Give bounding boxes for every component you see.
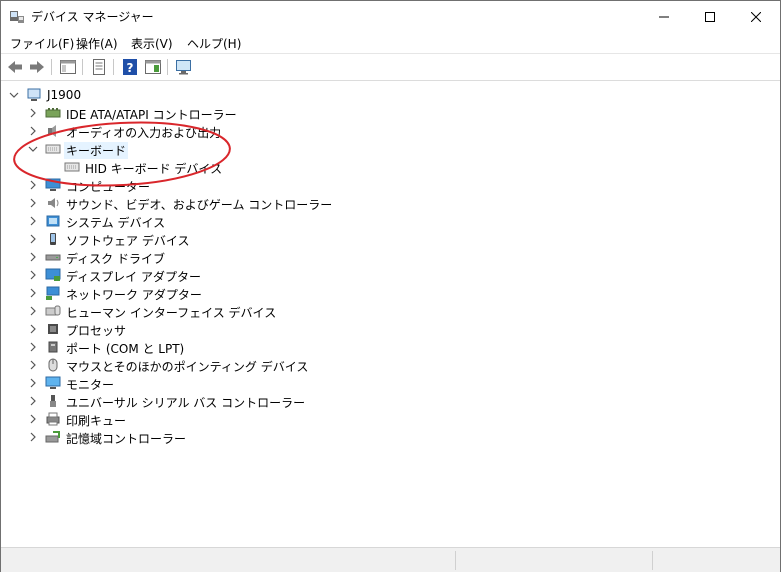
menu-file[interactable]: ファイル(F) — [10, 35, 74, 52]
tree-category-item[interactable]: ネットワーク アダプター — [64, 286, 204, 303]
action-pane-icon[interactable] — [144, 58, 162, 76]
tree-category-item[interactable]: ディスプレイ アダプター — [64, 268, 203, 285]
port-icon — [48, 341, 58, 353]
maximize-button[interactable] — [687, 1, 733, 32]
tree-category-item[interactable]: ディスク ドライブ — [64, 250, 167, 267]
tree-category-item[interactable]: ヒューマン インターフェイス デバイス — [64, 304, 278, 321]
properties-icon[interactable] — [90, 58, 108, 76]
help-icon[interactable]: ? — [121, 58, 139, 76]
keyboard-icon — [45, 144, 61, 154]
print-queue-icon — [46, 412, 60, 426]
disk-drive-icon — [45, 254, 61, 261]
keyboard-icon — [64, 162, 80, 172]
toolbar: ? — [1, 54, 780, 81]
chevron-down-icon[interactable] — [28, 144, 38, 154]
chevron-down-icon[interactable] — [9, 90, 19, 100]
tree-root-label[interactable]: J1900 — [45, 88, 83, 102]
chevron-right-icon[interactable] — [28, 360, 38, 370]
processor-icon — [48, 324, 58, 334]
tree-device-item[interactable]: HID キーボード デバイス — [83, 160, 224, 177]
monitor-icon — [45, 376, 61, 389]
title-bar[interactable]: デバイス マネージャー — [1, 1, 780, 32]
menu-action[interactable]: 操作(A) — [76, 35, 118, 52]
forward-icon[interactable] — [28, 58, 46, 76]
chevron-right-icon[interactable] — [28, 288, 38, 298]
system-device-icon — [46, 215, 60, 227]
chevron-right-icon[interactable] — [28, 378, 38, 388]
tree-category-item[interactable]: 記憶域コントローラー — [64, 430, 188, 447]
tree-category-item[interactable]: キーボード — [64, 142, 129, 159]
tree-category-item[interactable]: プロセッサ — [64, 322, 128, 339]
tree-category-item[interactable]: ポート (COM と LPT) — [64, 340, 186, 357]
network-adapter-icon — [46, 286, 60, 300]
tree-category-item[interactable]: サウンド、ビデオ、およびゲーム コントローラー — [64, 196, 334, 213]
ide-controller-icon — [45, 108, 61, 118]
tree-category-item[interactable]: IDE ATA/ATAPI コントローラー — [64, 106, 239, 123]
maximize-icon — [705, 11, 715, 22]
hid-icon — [45, 305, 61, 316]
chevron-right-icon[interactable] — [28, 126, 38, 136]
computer-icon — [45, 178, 61, 191]
chevron-right-icon[interactable] — [28, 414, 38, 424]
svg-text:?: ? — [127, 61, 134, 75]
toolbar-separator — [82, 59, 83, 75]
toolbar-separator — [51, 59, 52, 75]
tree-category-item[interactable]: オーディオの入力および出力 — [64, 124, 223, 141]
computer-root-icon — [27, 88, 41, 101]
window-title: デバイス マネージャー — [31, 10, 154, 24]
back-icon[interactable] — [6, 58, 24, 76]
chevron-right-icon[interactable] — [28, 198, 38, 208]
device-manager-app-icon — [10, 11, 24, 23]
menu-bar: ファイル(F) 操作(A) 表示(V) ヘルプ(H) — [1, 32, 780, 54]
menu-view[interactable]: 表示(V) — [131, 35, 173, 52]
scan-hardware-icon[interactable] — [175, 58, 193, 76]
chevron-right-icon[interactable] — [28, 342, 38, 352]
sound-icon — [48, 198, 59, 208]
status-bar-divider — [652, 551, 653, 570]
mouse-icon — [48, 358, 58, 372]
chevron-right-icon[interactable] — [28, 324, 38, 334]
chevron-right-icon[interactable] — [28, 216, 38, 226]
software-device-icon — [50, 233, 56, 245]
toolbar-separator — [113, 59, 114, 75]
tree-category-item[interactable]: 印刷キュー — [64, 412, 128, 429]
tree-category-item[interactable]: ユニバーサル シリアル バス コントローラー — [64, 394, 307, 411]
close-icon — [751, 11, 761, 22]
tree-category-item[interactable]: モニター — [64, 376, 116, 393]
menu-help[interactable]: ヘルプ(H) — [187, 35, 241, 52]
status-bar-divider — [455, 551, 456, 570]
toolbar-separator — [167, 59, 168, 75]
minimize-button[interactable] — [641, 1, 687, 32]
tree-category-item[interactable]: ソフトウェア デバイス — [64, 232, 191, 249]
display-adapter-icon — [45, 268, 61, 281]
chevron-right-icon[interactable] — [28, 306, 38, 316]
chevron-right-icon[interactable] — [28, 108, 38, 118]
tree-category-item[interactable]: マウスとそのほかのポインティング デバイス — [64, 358, 310, 375]
device-tree[interactable]: J1900 IDE ATA/ATAPI コントローラー オーディオの入力および出力キ… — [1, 82, 780, 545]
minimize-icon — [659, 16, 669, 17]
tree-category-item[interactable]: コンピューター — [64, 178, 152, 195]
chevron-right-icon[interactable] — [28, 270, 38, 280]
chevron-right-icon[interactable] — [28, 252, 38, 262]
device-manager-window: デバイス マネージャー ファイル(F) 操作(A) 表示(V) ヘルプ(H) ?… — [0, 0, 781, 572]
tree-category-item[interactable]: システム デバイス — [64, 214, 167, 231]
chevron-right-icon[interactable] — [28, 432, 38, 442]
chevron-right-icon[interactable] — [28, 234, 38, 244]
status-bar — [1, 547, 780, 572]
chevron-right-icon[interactable] — [28, 180, 38, 190]
close-button[interactable] — [733, 1, 779, 32]
chevron-right-icon[interactable] — [28, 396, 38, 406]
show-hide-console-tree-icon[interactable] — [59, 58, 77, 76]
audio-io-icon — [48, 125, 56, 137]
storage-controller-icon — [45, 431, 60, 443]
usb-icon — [50, 395, 56, 407]
